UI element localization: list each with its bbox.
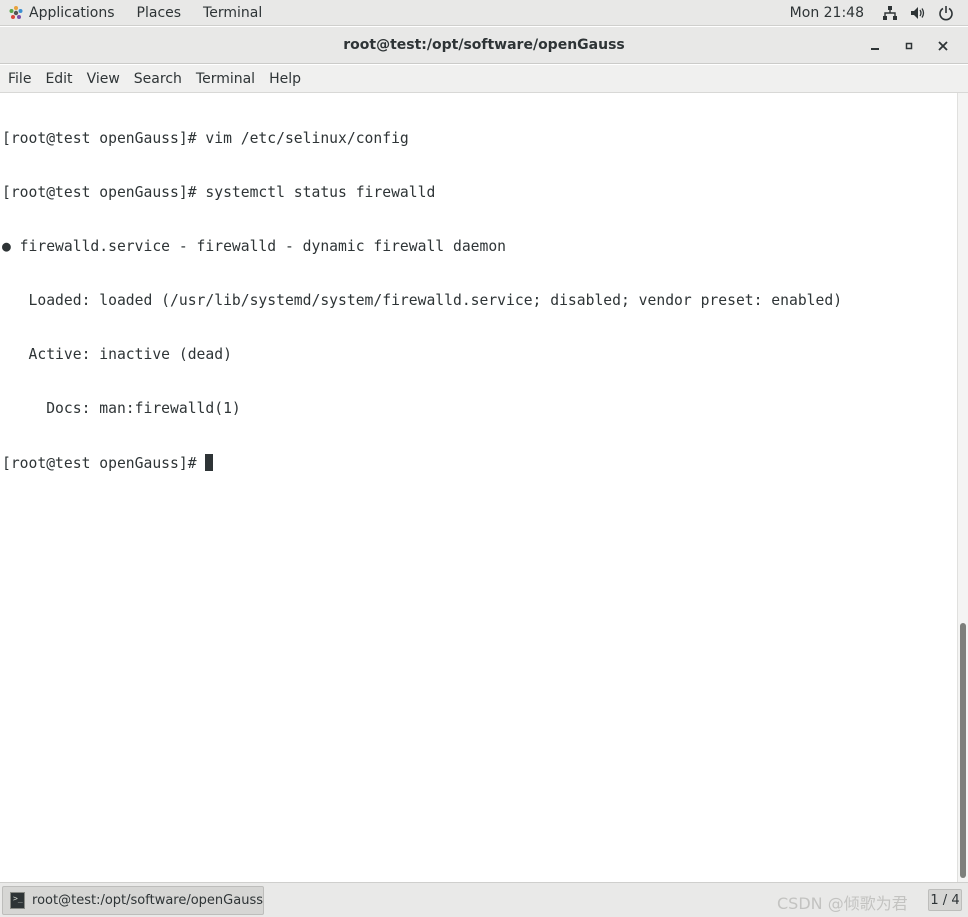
volume-icon [911,6,925,19]
menu-view[interactable]: View [80,71,127,87]
system-status-area[interactable] [882,5,968,21]
bottom-panel: >_ root@test:/opt/software/openGauss CSD… [0,882,968,917]
text-cursor [205,454,214,471]
window-title: root@test:/opt/software/openGauss [343,37,625,53]
watermark: CSDN @倾歌为君 [777,894,908,913]
window-titlebar[interactable]: root@test:/opt/software/openGauss [0,27,968,64]
terminal-line: Loaded: loaded (/usr/lib/systemd/system/… [2,292,843,309]
close-icon [938,40,948,51]
terminal-line: Active: inactive (dead) [2,346,232,363]
terminal-line: [root@test openGauss]# systemctl status … [2,184,436,201]
applications-menu[interactable]: Applications [0,0,126,26]
network-icon [883,5,897,20]
menu-terminal[interactable]: Terminal [189,71,262,87]
terminal-line: Docs: man:firewalld(1) [2,400,241,417]
terminal-scrollbar[interactable] [957,93,968,882]
taskbar-window-label: root@test:/opt/software/openGauss [32,893,263,908]
maximize-icon [905,42,913,49]
minimize-icon [871,47,879,50]
terminal-line: ● firewalld.service - firewalld - dynami… [2,238,507,255]
places-menu[interactable]: Places [126,0,193,26]
applications-label: Applications [29,4,115,21]
menu-file[interactable]: File [1,71,38,87]
close-button[interactable] [926,32,960,60]
maximize-button[interactable] [892,32,926,60]
scrollbar-thumb[interactable] [960,623,966,878]
minimize-button[interactable] [858,32,892,60]
window-controls [858,27,960,64]
workspace-indicator[interactable]: 1 / 4 [928,889,962,911]
terminal-menubar: File Edit View Search Terminal Help [0,65,968,93]
terminal-line: [root@test openGauss]# vim /etc/selinux/… [2,130,409,147]
menu-edit[interactable]: Edit [38,71,79,87]
gnome-foot-icon [9,5,23,19]
power-icon [939,5,953,20]
top-panel: Applications Places Terminal Mon 21:48 [0,0,968,26]
terminal-prompt: [root@test openGauss]# [2,455,206,472]
clock[interactable]: Mon 21:48 [780,5,874,21]
menu-search[interactable]: Search [127,71,189,87]
terminal-prompt-line: [root@test openGauss]# [2,454,957,472]
terminal-output[interactable]: [root@test openGauss]# vim /etc/selinux/… [0,93,957,882]
taskbar-window-button[interactable]: >_ root@test:/opt/software/openGauss [2,886,264,915]
terminal-icon: >_ [10,892,26,909]
terminal-app-menu[interactable]: Terminal [192,0,273,26]
menu-help[interactable]: Help [262,71,308,87]
